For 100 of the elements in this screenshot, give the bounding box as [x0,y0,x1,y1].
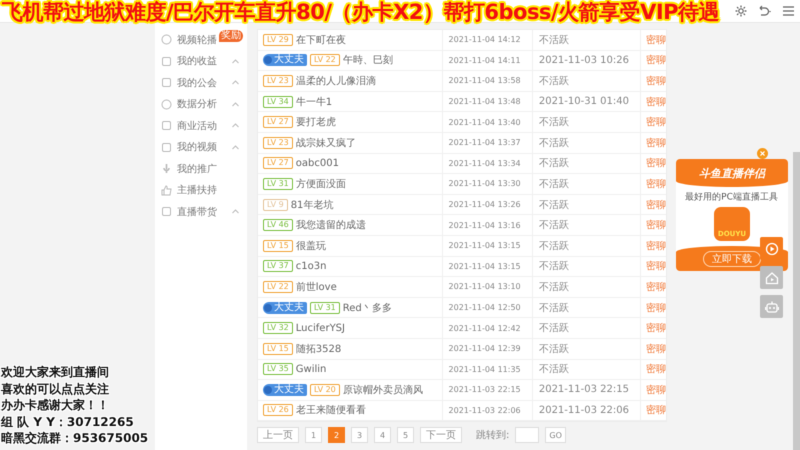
sidebar-item[interactable]: 我的公会 [155,72,247,94]
chat-link[interactable]: 密聊 [646,176,666,191]
status-cell-text: 不活跃 [538,178,569,191]
chat-link[interactable]: 密聊 [646,136,666,150]
ad-title: 斗鱼直播伴侣 [699,167,765,180]
chat-link[interactable]: 密聊 [646,280,666,294]
status-cell-text: 不活跃 [538,136,569,150]
chat-link[interactable]: 密聊 [646,53,666,68]
user-name: Gwilin [296,364,326,375]
chevron-icon [232,58,239,64]
chevron-icon [232,80,239,86]
status-cell-text: 不活跃 [538,34,569,47]
chat-link[interactable]: 密聊 [646,342,666,356]
user-name: 温柔的人儿像泪滴 [296,74,376,88]
overlay-text: 组 队 Y Y：30712265 [1,414,135,430]
level-tag: LV 31 [310,302,340,314]
next-page-button[interactable]: 下一页 [420,427,462,444]
undo-icon[interactable] [757,5,773,17]
chat-link[interactable]: 密聊 [646,198,666,212]
page-input-field[interactable] [515,427,540,444]
chat-link[interactable]: 密聊 [646,403,666,418]
user-name: 老王来随便看看 [296,404,366,418]
video-button[interactable] [760,237,783,260]
time-cell: 2021-11-04 13:30 [448,179,521,188]
chat-link[interactable]: 密聊 [646,32,666,47]
sidebar-item[interactable]: 直播带货 [155,201,247,222]
chat-link[interactable]: 密聊 [646,321,666,336]
chevron-icon [232,144,239,150]
chevron-icon [232,102,239,107]
user-name: 要打老虎 [296,116,336,130]
level-tag: LV 34 [263,96,293,108]
sidebar-item[interactable]: 数据分析 [155,94,247,115]
prev-page-button[interactable]: 上一页 [257,427,299,444]
chat-link[interactable]: 密聊 [646,218,666,232]
level-tag: LV 27 [263,157,293,170]
user-name: 随拓3528 [296,342,342,356]
status-cell-text: 不活跃 [538,74,569,88]
level-tag: LV 31 [263,178,293,190]
play-circle-icon [764,242,778,256]
time-cell: 2021-11-04 13:26 [448,200,521,210]
time-cell: 2021-11-04 13:48 [448,97,521,106]
sidebar-item[interactable]: 视频轮播 奖励 [155,29,247,50]
time-cell: 2021-11-04 12:42 [448,324,521,333]
robot-icon [764,300,778,314]
sidebar-item[interactable]: 商业活动 [155,115,247,136]
scrollbar[interactable] [793,152,800,450]
status-cell-text: 不活跃 [538,280,569,294]
sidebar-item[interactable]: 我的推广 [155,158,247,180]
chat-link[interactable]: 密聊 [646,300,666,315]
chat-link[interactable]: 密聊 [646,362,666,376]
time-cell: 2021-11-03 22:15 [448,385,521,394]
level-tag: LV 9 [263,198,288,211]
user-name: c1o3n [296,260,326,272]
chevron-icon [232,123,239,128]
stream-title: 飞机帮过地狱难度/巴尔开车直升80/（办卡X2）帮打6boss/火箭享受VIP待遇 [2,0,720,26]
menu-item-icon [161,98,172,110]
user-name: 战宗妹又疯了 [296,136,356,150]
sidebar-item[interactable]: 主播扶持 [155,180,247,201]
menu-item-icon [161,206,172,218]
level-tag: LV 29 [263,34,293,46]
status-cell-text: 不活跃 [538,260,569,274]
go-button[interactable]: GO [545,427,566,444]
close-icon[interactable] [757,148,768,159]
chat-link[interactable]: 密聊 [646,259,666,274]
home-button[interactable] [760,266,783,289]
fan-badge: 大丈夫 [263,384,307,396]
fan-badge: 大丈夫 [263,302,307,314]
status-cell-text: 不活跃 [538,219,569,232]
chat-link[interactable]: 密聊 [646,382,666,397]
menu-item-icon [161,120,172,132]
chat-link[interactable]: 密聊 [646,156,666,170]
user-name: 原谅帽外卖员滴风 [342,384,423,397]
page-button[interactable]: 4 [374,427,391,444]
status-cell: 2021-10-31 01:40 [538,96,629,108]
sidebar-item[interactable]: 我的视频 [155,136,247,158]
settings-icon[interactable] [735,5,747,17]
overlay-text: 喜欢的可以点点关注 [1,380,110,397]
menu-icon[interactable] [783,6,794,16]
fan-badge: 大丈夫 [263,54,307,66]
user-name: 我您遗留的成遗 [296,218,366,232]
page-button[interactable]: 3 [351,427,368,444]
overlay-text: 暗黑交流群：953675005 [1,430,148,446]
page-button[interactable]: 1 [305,427,322,444]
chat-link[interactable]: 密聊 [646,74,666,88]
menu-item-icon [161,142,172,153]
time-cell: 2021-11-04 14:12 [448,35,521,44]
time-cell: 2021-11-03 22:06 [448,406,521,415]
time-cell: 2021-11-04 12:39 [448,344,521,354]
robot-button[interactable] [760,295,783,318]
level-tag: LV 15 [263,240,293,252]
chat-link[interactable]: 密聊 [646,94,666,109]
level-tag: LV 27 [263,116,293,128]
status-cell: 2021-11-03 10:26 [538,54,629,66]
time-cell: 2021-11-04 13:15 [448,262,521,271]
chat-link[interactable]: 密聊 [646,238,666,253]
overlay-text: 欢迎大家来到直播间 [1,364,110,380]
chat-link[interactable]: 密聊 [646,115,666,130]
page-button[interactable]: 2 [328,427,345,444]
page-button[interactable]: 5 [397,427,414,444]
sidebar-item[interactable]: 我的收益 [155,50,247,72]
